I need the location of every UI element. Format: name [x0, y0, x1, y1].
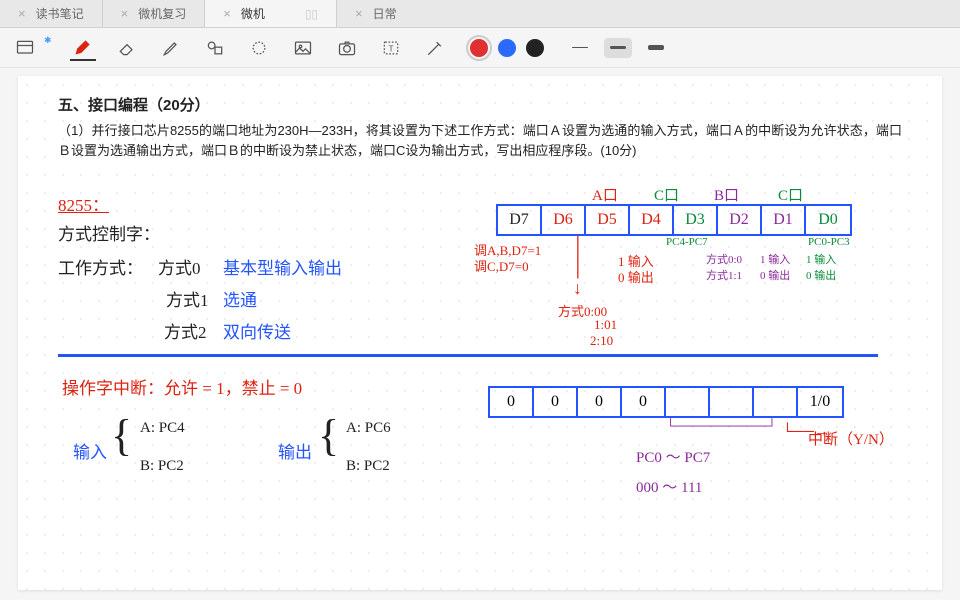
color-red[interactable]: [470, 39, 488, 57]
tab-label: 读书笔记: [36, 5, 84, 22]
bit-d7: D7: [498, 206, 542, 234]
tab-label: 微机复习: [138, 5, 186, 22]
hdr-b: B口: [714, 184, 739, 205]
thickness-thin[interactable]: [566, 38, 594, 58]
tab-microcomputer[interactable]: × 微机 ▯▯: [205, 0, 337, 27]
hw-d0-1: 1 输入: [806, 251, 836, 267]
divider-line: [58, 354, 878, 357]
highlighter-icon[interactable]: [158, 35, 184, 61]
hw-pcrange: PC0 ～ PC7: [636, 446, 710, 467]
brace-icon: {: [318, 410, 339, 461]
b2-6: [754, 388, 798, 416]
hw-intyn: 中断（Y/N）: [808, 428, 894, 449]
thickness-medium[interactable]: [604, 38, 632, 58]
tab-daily[interactable]: × 日常: [337, 0, 415, 27]
camera-icon[interactable]: [334, 35, 360, 61]
note-page[interactable]: 五、接口编程（20分） （1）并行接口芯片8255的端口地址为230H—233H…: [18, 76, 942, 590]
hw-int-title: 操作字中断：允许 = 1，禁止 = 0: [62, 374, 302, 399]
hw-pc03: PC0-PC3: [808, 236, 850, 248]
hw-d2-1: 方式0:0: [706, 251, 742, 267]
hw-d7-2: 调C,D7=0: [474, 256, 529, 275]
eraser-icon[interactable]: [114, 35, 140, 61]
hw-mode-label: 工作方式：: [58, 254, 143, 279]
b2-5: [710, 388, 754, 416]
thickness-picker: [566, 38, 670, 58]
hdr-c1: C口: [654, 184, 679, 205]
hw-mode0-desc: 基本型输入输出: [223, 254, 342, 279]
hw-mode1-desc: 选通: [223, 286, 257, 311]
bit-d1: D1: [762, 206, 806, 234]
b2-3: 0: [622, 388, 666, 416]
bit-d3: D3: [674, 206, 718, 234]
arrow-down-icon: ││↓: [573, 236, 584, 299]
lasso-icon[interactable]: [246, 35, 272, 61]
hw-in-a: A: PC4: [140, 420, 185, 437]
tab-bar: × 读书笔记 × 微机复习 × 微机 ▯▯ × 日常: [0, 0, 960, 28]
view-icon[interactable]: [12, 35, 38, 61]
close-icon[interactable]: ×: [355, 6, 363, 21]
brace-icon: {: [111, 410, 132, 461]
bitbox-1: D7 D6 D5 D4 D3 D2 D1 D0: [496, 204, 852, 236]
hdr-c2: C口: [778, 184, 803, 205]
bit-d0: D0: [806, 206, 850, 234]
tab-notes[interactable]: × 读书笔记: [0, 0, 103, 27]
hw-out: 输出: [278, 438, 312, 463]
tab-review[interactable]: × 微机复习: [103, 0, 206, 27]
hw-d1-2: 0 输出: [760, 267, 790, 283]
hw-modecodes2: 1:01: [594, 317, 617, 333]
b2-4: [666, 388, 710, 416]
underbrace-icon: └──────────┘: [666, 418, 777, 434]
laser-icon[interactable]: [422, 35, 448, 61]
hw-mode1: 方式1: [166, 286, 209, 311]
tab-label: 微机: [241, 5, 265, 22]
close-icon[interactable]: ×: [121, 6, 129, 21]
close-icon[interactable]: ×: [18, 6, 26, 21]
hw-mode0: 方式0: [158, 254, 201, 279]
color-black[interactable]: [526, 39, 544, 57]
hw-pc47: PC4-PC7: [666, 236, 708, 248]
bluetooth-icon: ✱: [44, 35, 52, 46]
hw-modecodes3: 2:10: [590, 333, 613, 349]
b2-1: 0: [534, 388, 578, 416]
split-icon[interactable]: ▯▯: [305, 7, 318, 21]
image-icon[interactable]: [290, 35, 316, 61]
hw-d2-2: 方式1:1: [706, 267, 742, 283]
hw-out-a: A: PC6: [346, 420, 391, 437]
page-title: 五、接口编程（20分）: [58, 94, 902, 115]
hw-binrange: 000 ～ 111: [636, 476, 702, 497]
color-picker: [470, 39, 544, 57]
hw-chip: 8255：: [58, 191, 109, 216]
hw-in: 输入: [73, 438, 107, 463]
bit-d2: D2: [718, 206, 762, 234]
color-blue[interactable]: [498, 39, 516, 57]
toolbar: ✱ T: [0, 28, 960, 68]
hw-d4-2: 0 输出: [618, 267, 654, 286]
hw-d1-1: 1 输入: [760, 251, 790, 267]
hw-mode2-desc: 双向传送: [223, 318, 291, 343]
close-icon[interactable]: ×: [223, 6, 231, 21]
hw-mode2: 方式2: [164, 318, 207, 343]
pen-icon[interactable]: [70, 35, 96, 61]
bitbox-2: 0 0 0 0 1/0: [488, 386, 844, 418]
b2-0: 0: [490, 388, 534, 416]
hdr-a: A口: [592, 184, 618, 205]
bit-d5: D5: [586, 206, 630, 234]
hw-control: 方式控制字：: [58, 220, 160, 245]
svg-text:T: T: [388, 43, 393, 53]
bit-d6: D6: [542, 206, 586, 234]
hw-in-b: B: PC2: [140, 458, 184, 475]
hw-d0-2: 0 输出: [806, 267, 836, 283]
b2-2: 0: [578, 388, 622, 416]
shapes-icon[interactable]: [202, 35, 228, 61]
text-icon[interactable]: T: [378, 35, 404, 61]
b2-7: 1/0: [798, 388, 842, 416]
hw-out-b: B: PC2: [346, 458, 390, 475]
bit-d4: D4: [630, 206, 674, 234]
problem-text: （1）并行接口芯片8255的端口地址为230H—233H，将其设置为下述工作方式…: [58, 121, 902, 161]
tab-label: 日常: [373, 5, 397, 22]
thickness-thick[interactable]: [642, 38, 670, 58]
